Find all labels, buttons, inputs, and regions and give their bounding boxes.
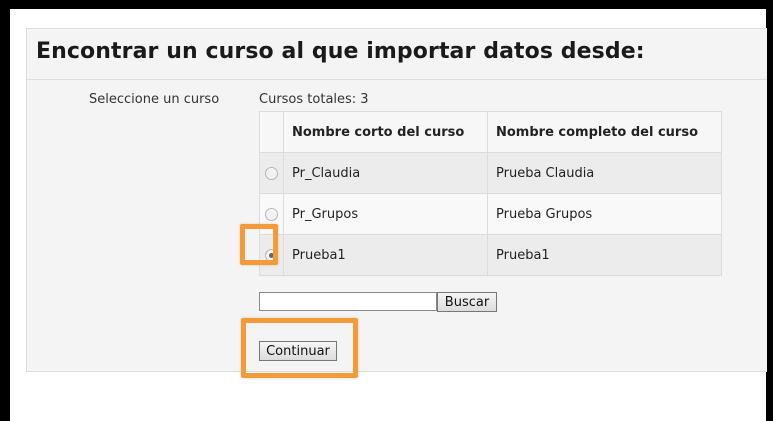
total-courses-text: Cursos totales: 3 <box>259 92 369 107</box>
import-course-panel: Encontrar un curso al que importar datos… <box>26 28 767 372</box>
search-input[interactable] <box>259 292 437 311</box>
courses-table: Nombre corto del curso Nombre completo d… <box>259 111 722 276</box>
course-full-name: Prueba Grupos <box>487 193 722 235</box>
course-full-name: Prueba Claudia <box>487 152 722 194</box>
radio-cell <box>259 234 284 276</box>
select-course-label: Seleccione un curso <box>89 92 220 107</box>
table-row: Prueba1 Prueba1 <box>259 234 722 276</box>
radio-cell <box>259 193 284 235</box>
course-radio-pr-claudia[interactable] <box>265 166 278 180</box>
window-frame-left <box>0 0 10 421</box>
table-row: Pr_Claudia Prueba Claudia <box>259 152 722 194</box>
course-radio-prueba1[interactable] <box>265 248 278 262</box>
course-full-name: Prueba1 <box>487 234 722 276</box>
window-frame-right <box>766 0 773 421</box>
column-header-select <box>259 111 284 153</box>
page-title: Encontrar un curso al que importar datos… <box>36 39 645 64</box>
course-radio-pr-grupos[interactable] <box>265 207 278 221</box>
title-divider <box>27 79 767 80</box>
page-content: Encontrar un curso al que importar datos… <box>10 9 767 421</box>
table-header-row: Nombre corto del curso Nombre completo d… <box>259 111 722 153</box>
column-header-short-name: Nombre corto del curso <box>283 111 488 153</box>
window-frame-top <box>0 0 773 9</box>
course-short-name: Pr_Claudia <box>283 152 488 194</box>
radio-cell <box>259 152 284 194</box>
course-short-name: Pr_Grupos <box>283 193 488 235</box>
table-row: Pr_Grupos Prueba Grupos <box>259 193 722 235</box>
continue-button[interactable]: Continuar <box>259 341 337 361</box>
column-header-full-name: Nombre completo del curso <box>487 111 722 153</box>
search-button[interactable]: Buscar <box>437 292 497 312</box>
course-short-name: Prueba1 <box>283 234 488 276</box>
